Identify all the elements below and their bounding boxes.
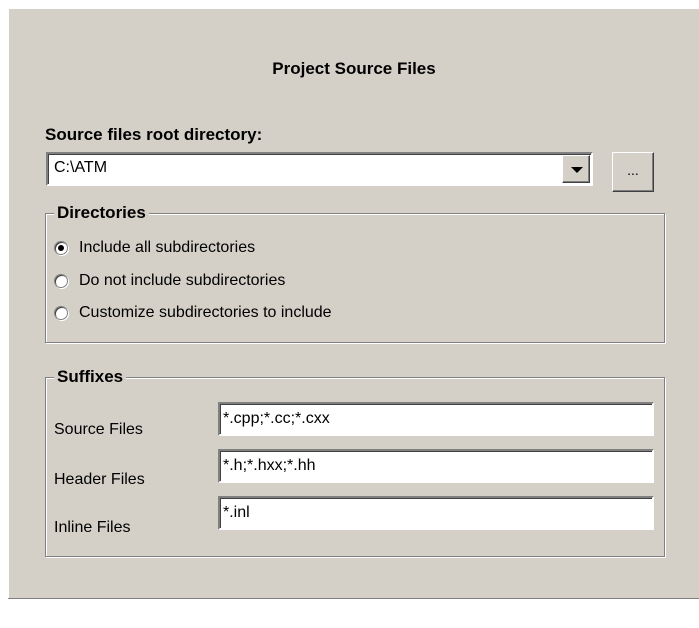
browse-button[interactable]: ... [612, 152, 654, 192]
root-directory-value[interactable]: C:\ATM [54, 159, 107, 177]
root-directory-label: Source files root directory: [45, 125, 263, 144]
directories-group-title: Directories [54, 203, 149, 223]
root-directory-combobox[interactable]: C:\ATM [46, 152, 593, 186]
inline-files-input[interactable] [218, 496, 654, 530]
radio-label[interactable]: Customize subdirectories to include [79, 304, 332, 322]
radio-customize[interactable]: Customize subdirectories to include [54, 302, 332, 324]
header-files-input[interactable] [218, 449, 654, 483]
radio-label[interactable]: Include all subdirectories [79, 239, 255, 257]
radio-button-icon[interactable] [54, 241, 68, 255]
suffixes-group: Suffixes Source Files Header Files Inlin… [45, 367, 665, 557]
dropdown-arrow-icon[interactable] [562, 155, 590, 183]
header-files-label: Header Files [54, 471, 145, 488]
radio-no-subdirectories[interactable]: Do not include subdirectories [54, 270, 285, 292]
directories-group: Directories Include all subdirectories D… [45, 203, 665, 343]
dialog-panel: Project Source Files Source files root d… [8, 8, 699, 599]
bottom-divider [8, 598, 699, 602]
radio-button-icon[interactable] [54, 274, 68, 288]
suffixes-group-title: Suffixes [54, 367, 127, 387]
radio-button-icon[interactable] [54, 306, 68, 320]
radio-include-all[interactable]: Include all subdirectories [54, 237, 255, 259]
source-files-label: Source Files [54, 421, 143, 438]
page-title: Project Source Files [272, 59, 436, 78]
radio-label[interactable]: Do not include subdirectories [79, 272, 285, 290]
inline-files-label: Inline Files [54, 519, 131, 536]
source-files-input[interactable] [218, 402, 654, 436]
